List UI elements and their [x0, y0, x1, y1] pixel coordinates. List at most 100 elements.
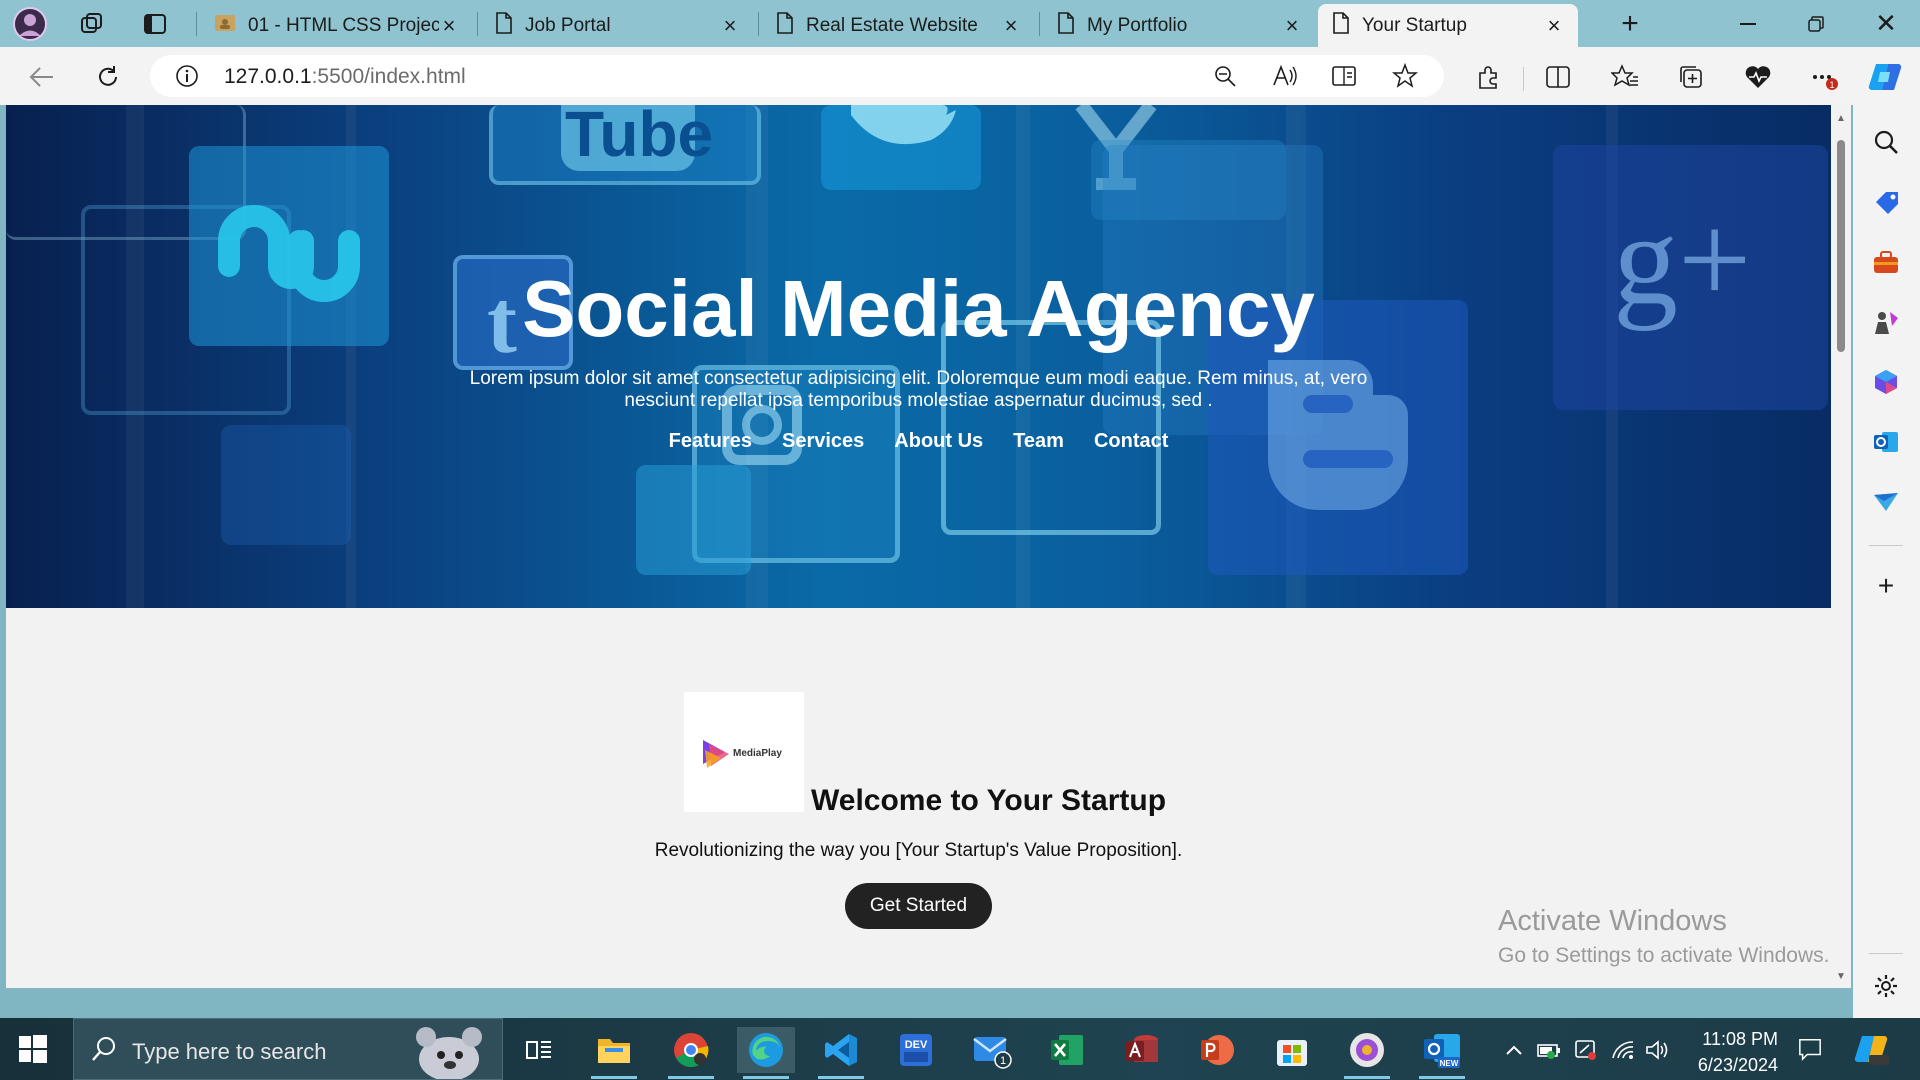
sidebar-settings-gear-icon[interactable] — [1867, 967, 1905, 1005]
sidebar-drop-icon[interactable] — [1867, 483, 1905, 521]
outlook-new-icon[interactable]: NEW — [1419, 1027, 1465, 1073]
tab-separator — [477, 12, 478, 36]
nav-link-services[interactable]: Services — [782, 430, 864, 453]
active-app-indicator — [743, 1076, 789, 1079]
screen-record-icon[interactable] — [1574, 1038, 1598, 1062]
close-tab-icon[interactable]: × — [1544, 13, 1564, 38]
copilot-preview-icon[interactable] — [1853, 1032, 1889, 1068]
sidebar-separator — [1869, 545, 1903, 546]
scrollbar-thumb[interactable] — [1837, 140, 1845, 352]
excel-icon[interactable] — [1044, 1027, 1090, 1073]
immersive-reader-icon[interactable] — [1328, 59, 1362, 93]
taskbar-clock[interactable]: 11:08 PM 6/23/2024 — [1668, 1026, 1778, 1078]
site-info-icon[interactable] — [170, 59, 204, 93]
active-app-indicator — [818, 1076, 864, 1079]
new-tab-icon[interactable]: + — [1596, 0, 1664, 47]
task-view-icon[interactable] — [516, 1027, 562, 1073]
nav-link-about-us[interactable]: About Us — [894, 430, 983, 453]
nav-link-team[interactable]: Team — [1013, 430, 1064, 453]
volume-icon[interactable] — [1645, 1038, 1669, 1062]
access-icon[interactable] — [1119, 1027, 1165, 1073]
sidebar-separator — [1869, 953, 1903, 954]
show-hidden-icons-chevron-icon[interactable] — [1502, 1038, 1526, 1062]
browser-essentials-icon[interactable] — [1739, 58, 1777, 96]
edge-browser-icon[interactable] — [737, 1027, 795, 1073]
youtube-tile: Tube — [489, 105, 761, 185]
sidebar-microsoft365-icon[interactable] — [1867, 363, 1905, 401]
more-options-icon[interactable]: 1 — [1805, 58, 1843, 96]
taskbar-search-box[interactable]: Type here to search — [73, 1018, 503, 1080]
outlook-new-badge: NEW — [1440, 1059, 1459, 1068]
tab-real-estate-website[interactable]: Real Estate Website × — [762, 4, 1035, 47]
close-tab-icon[interactable]: × — [1282, 13, 1302, 38]
url-path: :5500/index.html — [311, 65, 466, 88]
tab-label: My Portfolio — [1087, 14, 1188, 36]
profile-avatar-icon[interactable] — [12, 6, 48, 42]
page-favicon-icon — [495, 11, 513, 40]
file-explorer-icon[interactable] — [591, 1027, 637, 1073]
tab-separator — [196, 12, 197, 36]
workspaces-icon[interactable] — [74, 6, 110, 42]
search-magnifier-icon — [90, 1035, 118, 1068]
nav-link-contact[interactable]: Contact — [1094, 430, 1168, 453]
close-window-icon[interactable]: ✕ — [1852, 0, 1920, 47]
vscode-icon[interactable] — [818, 1027, 864, 1073]
page-scrollbar[interactable]: ▲ ▼ — [1831, 105, 1851, 988]
read-aloud-icon[interactable] — [1268, 59, 1302, 93]
close-tab-icon[interactable]: × — [720, 13, 740, 38]
tab-job-portal[interactable]: Job Portal × — [481, 4, 754, 47]
page-favicon-icon — [1332, 11, 1350, 40]
startup-logo: MediaPlay — [684, 692, 804, 812]
favorite-star-icon[interactable] — [1388, 59, 1422, 93]
back-arrow-icon[interactable] — [22, 57, 62, 97]
favorites-icon[interactable] — [1606, 58, 1644, 96]
windows-start-icon[interactable] — [18, 1034, 48, 1064]
vertical-tabs-icon[interactable] — [137, 6, 173, 42]
sidebar-tools-icon[interactable] — [1867, 243, 1905, 281]
sidebar-add-icon[interactable]: + — [1867, 567, 1905, 605]
scroll-down-arrow-icon[interactable]: ▼ — [1834, 969, 1848, 983]
split-screen-icon[interactable] — [1539, 58, 1577, 96]
minimize-icon[interactable] — [1714, 0, 1782, 47]
zoom-out-icon[interactable] — [1208, 59, 1242, 93]
welcome-subtext: Revolutionizing the way you [Your Startu… — [654, 840, 1183, 861]
sidebar-outlook-icon[interactable] — [1867, 423, 1905, 461]
close-tab-icon[interactable]: × — [439, 13, 459, 38]
extensions-icon[interactable] — [1469, 58, 1507, 96]
sidebar-games-icon[interactable] — [1867, 303, 1905, 341]
get-started-button[interactable]: Get Started — [845, 883, 992, 929]
refresh-icon[interactable] — [88, 57, 128, 97]
folder-favicon-icon — [214, 12, 236, 40]
collections-icon[interactable] — [1672, 58, 1710, 96]
url-text[interactable]: 127.0.0.1:5500/index.html — [224, 65, 466, 89]
welcome-heading: Welcome to Your Startup — [811, 784, 1167, 817]
sidebar-shopping-icon[interactable] — [1867, 183, 1905, 221]
tab-your-startup[interactable]: Your Startup × — [1318, 4, 1578, 47]
address-bar[interactable]: 127.0.0.1:5500/index.html — [150, 55, 1444, 97]
powerpoint-icon[interactable] — [1194, 1027, 1240, 1073]
media-player-icon[interactable] — [1344, 1027, 1390, 1073]
battery-icon[interactable] — [1537, 1038, 1561, 1062]
sidebar-search-icon[interactable] — [1867, 123, 1905, 161]
nav-link-features[interactable]: Features — [669, 430, 752, 453]
active-app-indicator — [1419, 1076, 1465, 1079]
mail-icon[interactable]: 1 — [969, 1027, 1015, 1073]
tab-my-portfolio[interactable]: My Portfolio × — [1043, 4, 1316, 47]
dev-home-icon[interactable]: DEV — [893, 1027, 939, 1073]
twitter-tile — [821, 105, 981, 190]
scroll-up-arrow-icon[interactable]: ▲ — [1834, 111, 1848, 125]
wifi-icon[interactable] — [1611, 1038, 1635, 1062]
clock-date: 6/23/2024 — [1697, 1055, 1778, 1075]
chrome-icon[interactable] — [668, 1027, 714, 1073]
microsoft-store-icon[interactable] — [1269, 1027, 1315, 1073]
hero-title: Social Media Agency — [522, 264, 1315, 353]
notifications-icon[interactable] — [1798, 1037, 1822, 1061]
restore-icon[interactable] — [1782, 0, 1850, 47]
copilot-icon[interactable] — [1866, 58, 1904, 96]
tab-html-css-projects[interactable]: 01 - HTML CSS Projects × — [200, 4, 473, 47]
hero-description: Lorem ipsum dolor sit amet consectetur a… — [469, 368, 1368, 411]
toolbar-separator — [1523, 67, 1524, 91]
close-tab-icon[interactable]: × — [1001, 13, 1021, 38]
youtube-glyph: Tube — [565, 105, 714, 170]
tab-label: Your Startup — [1362, 14, 1467, 36]
